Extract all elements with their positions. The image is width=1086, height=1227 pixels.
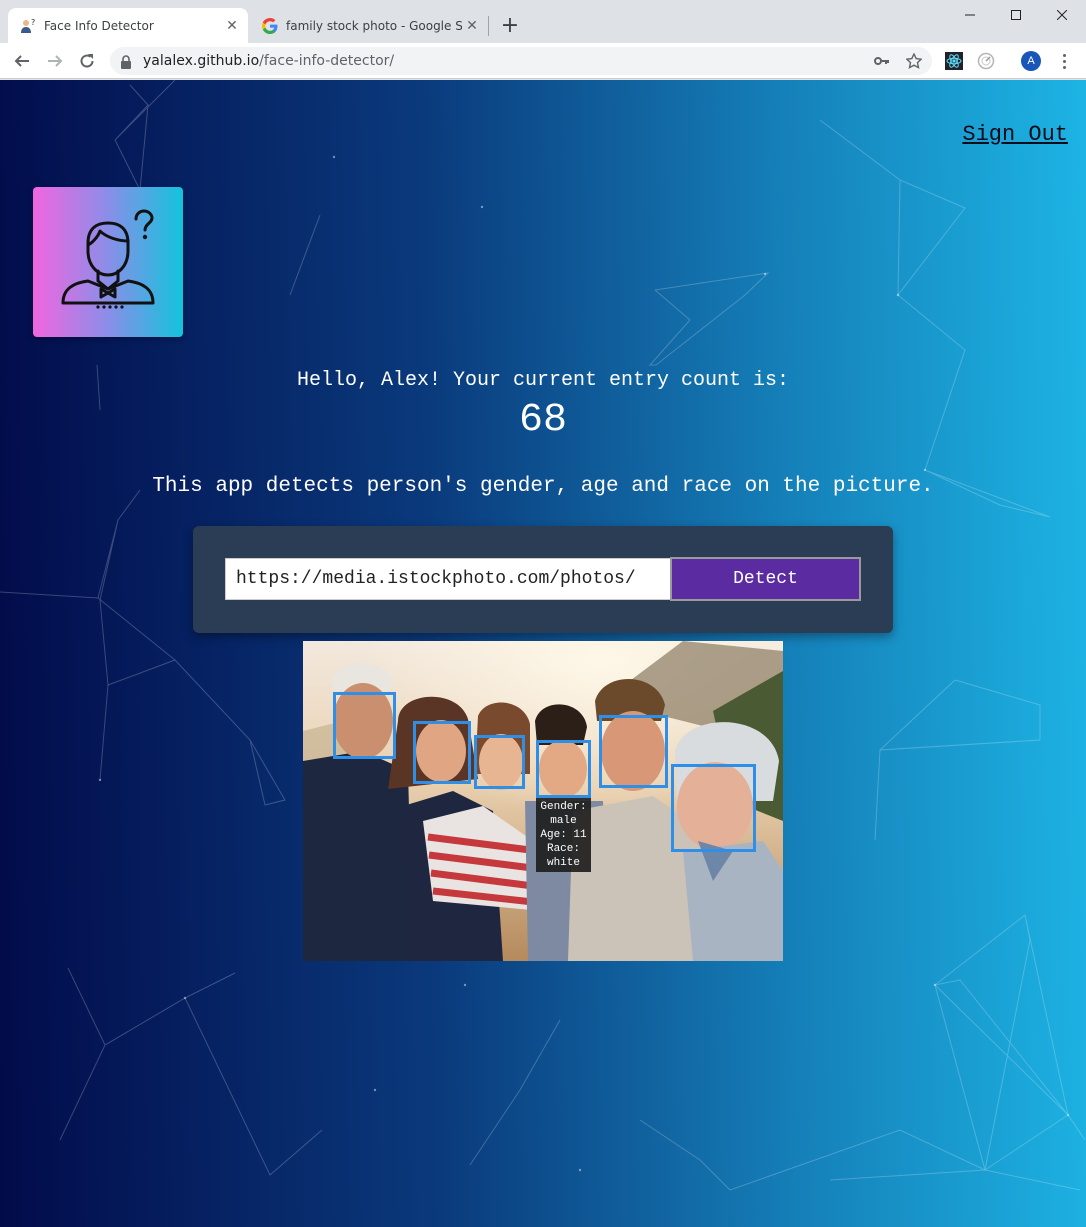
person-question-favicon-icon: ? — [20, 18, 36, 34]
close-tab-icon[interactable]: ✕ — [462, 16, 482, 36]
maximize-icon[interactable] — [993, 0, 1039, 30]
race-label: Race: — [546, 843, 580, 855]
tab-google-search[interactable]: family stock photo - Google Sear ✕ — [250, 8, 488, 43]
person-question-icon — [61, 209, 155, 309]
address-bar[interactable]: yalalex.github.io/face-info-detector/ — [110, 47, 932, 75]
gender-label: Gender: — [540, 801, 587, 813]
race-value: white — [546, 857, 580, 869]
tab-separator — [488, 16, 489, 36]
face-bounding-box[interactable] — [333, 692, 396, 759]
new-tab-plus-icon[interactable]: + — [498, 14, 522, 38]
tab-title: family stock photo - Google Sear — [286, 18, 462, 33]
profile-avatar[interactable]: A — [1021, 51, 1041, 71]
tab-face-info-detector[interactable]: ? Face Info Detector ✕ — [8, 8, 248, 43]
age-value: Age: 11 — [540, 829, 587, 841]
image-url-form: Detect — [193, 526, 893, 633]
face-bounding-box[interactable] — [536, 740, 591, 798]
reload-icon[interactable] — [73, 47, 101, 75]
browser-toolbar: yalalex.github.io/face-info-detector/ A — [0, 43, 1086, 79]
extension-gauge-icon[interactable] — [976, 51, 996, 71]
image-url-input[interactable] — [225, 558, 671, 600]
bookmark-star-icon[interactable] — [906, 53, 922, 69]
google-icon — [262, 17, 278, 34]
key-icon[interactable] — [874, 53, 890, 69]
face-bounding-box[interactable] — [599, 715, 668, 788]
close-tab-icon[interactable]: ✕ — [222, 16, 242, 36]
greeting-text: Hello, Alex! Your current entry count is… — [296, 369, 790, 392]
entry-count: 68 — [518, 398, 567, 443]
window-close-icon[interactable] — [1039, 0, 1085, 30]
svg-text:?: ? — [31, 18, 35, 27]
face-bounding-box[interactable] — [671, 764, 756, 852]
face-bounding-box[interactable] — [474, 735, 525, 789]
uploaded-photo: Gender: male Age: 11 Race: white — [303, 641, 783, 961]
gender-value: male — [550, 815, 577, 827]
back-arrow-icon[interactable] — [8, 47, 36, 75]
detect-button[interactable]: Detect — [670, 557, 861, 601]
app-page: Sign Out Hello, Alex! Your current entry… — [0, 80, 1086, 1227]
url-text: yalalex.github.io/face-info-detector/ — [143, 53, 395, 69]
tab-title: Face Info Detector — [44, 18, 154, 33]
app-logo[interactable] — [33, 187, 183, 337]
face-bounding-box[interactable] — [413, 721, 471, 784]
forward-arrow-icon[interactable] — [41, 47, 69, 75]
minimize-icon[interactable] — [947, 0, 993, 30]
react-devtools-icon[interactable] — [944, 51, 964, 71]
lock-icon — [120, 54, 132, 73]
face-info-tooltip: Gender: male Age: 11 Race: white — [536, 798, 591, 872]
app-description: This app detects person's gender, age an… — [152, 475, 934, 498]
sign-out-link[interactable]: Sign Out — [962, 122, 1068, 147]
browser-menu-icon[interactable] — [1054, 51, 1074, 71]
tab-strip: ? Face Info Detector ✕ family stock phot… — [0, 0, 1086, 43]
